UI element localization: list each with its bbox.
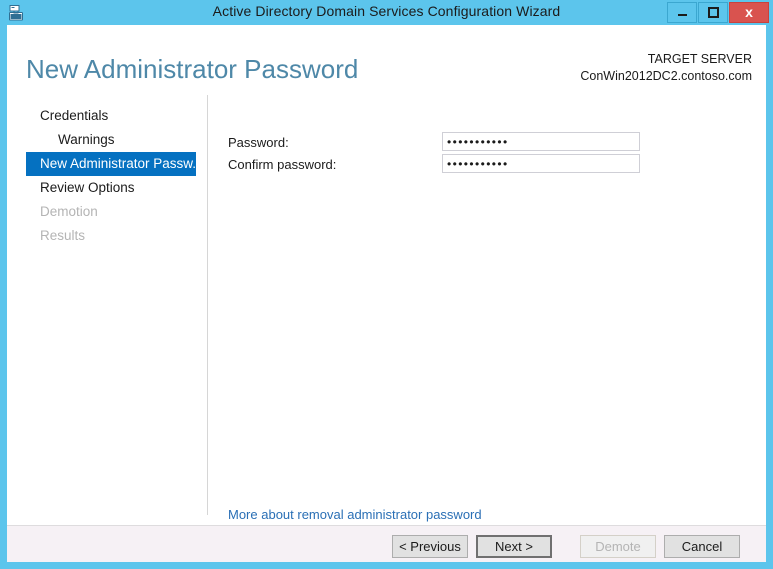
nav-item-credentials[interactable]: Credentials [26,104,196,128]
target-server-name: ConWin2012DC2.contoso.com [580,69,752,83]
page-title: New Administrator Password [26,54,359,84]
demote-button: Demote [580,535,656,558]
maximize-button[interactable] [698,2,728,23]
close-button[interactable]: x [729,2,769,23]
window-title: Active Directory Domain Services Configu… [212,3,561,19]
previous-button[interactable]: < Previous [392,535,468,558]
wizard-content-pane: Password: Confirm password: More about r… [208,95,766,525]
minimize-button[interactable] [667,2,697,23]
confirm-password-label: Confirm password: [228,157,337,172]
nav-item-warnings[interactable]: Warnings [26,128,196,152]
title-bar[interactable]: Active Directory Domain Services Configu… [0,0,773,25]
nav-item-review-options[interactable]: Review Options [26,176,196,200]
confirm-password-input[interactable] [442,154,640,173]
wizard-body: Credentials Warnings New Administrator P… [7,95,766,525]
password-input[interactable] [442,132,640,151]
wizard-step-nav: Credentials Warnings New Administrator P… [7,95,207,525]
next-button[interactable]: Next > [476,535,552,558]
password-label: Password: [228,135,289,150]
page-header: New Administrator Password TARGET SERVER… [7,25,766,95]
wizard-footer: < Previous Next > Demote Cancel [7,525,766,562]
more-about-removal-administrator-password-link[interactable]: More about removal administrator passwor… [228,507,482,522]
target-server-label: TARGET SERVER [647,52,752,66]
nav-item-results: Results [40,228,86,243]
nav-item-demotion: Demotion [40,204,98,219]
nav-item-new-administrator-password[interactable]: New Administrator Passw... [26,152,196,176]
wizard-client-area: New Administrator Password TARGET SERVER… [7,25,766,562]
target-server-block: TARGET SERVER ConWin2012DC2.contoso.com [580,51,752,85]
cancel-button[interactable]: Cancel [664,535,740,558]
wizard-window: Active Directory Domain Services Configu… [0,0,773,569]
